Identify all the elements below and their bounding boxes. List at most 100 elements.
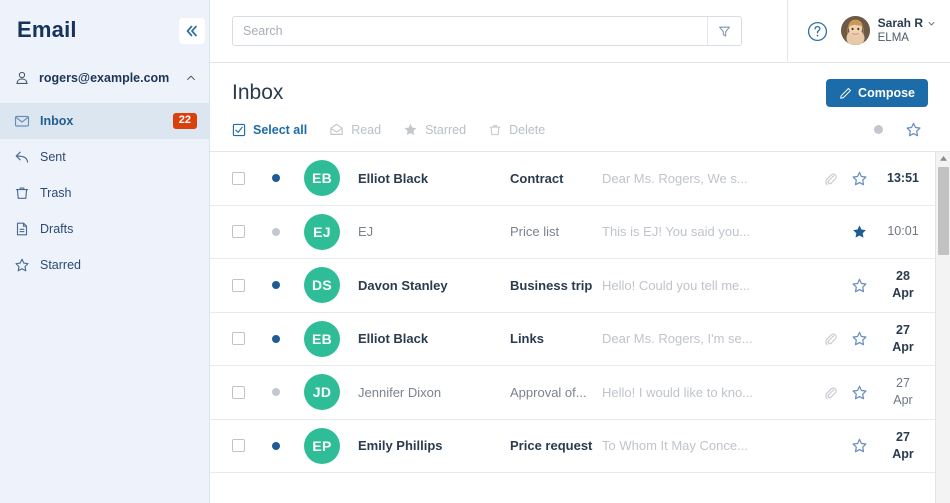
- search-area: [210, 0, 788, 62]
- email-subject: Business trip: [510, 277, 593, 293]
- sent-arrow-icon: [15, 151, 29, 163]
- star-filled-icon: [852, 225, 866, 238]
- unread-dot-icon[interactable]: [272, 174, 280, 183]
- table-row[interactable]: JD Jennifer Dixon Approval of... Hello! …: [210, 366, 935, 420]
- select-all-action[interactable]: Select all: [232, 123, 307, 137]
- user-menu[interactable]: Sarah R ELMA: [840, 16, 936, 46]
- attachment-cell: [821, 385, 839, 400]
- sidebar-collapse-button[interactable]: [179, 18, 205, 44]
- email-date: 27 Apr: [879, 322, 935, 356]
- mark-starred-label: Starred: [425, 122, 467, 137]
- star-outline-icon: [851, 278, 867, 293]
- email-date-secondary: Apr: [892, 286, 914, 301]
- email-list: EB Elliot Black Contract Dear Ms. Rogers…: [210, 152, 935, 503]
- email-date: 28 Apr: [879, 268, 935, 302]
- mark-read-action[interactable]: Read: [329, 122, 381, 137]
- sidebar-item-label: Inbox: [40, 114, 74, 128]
- table-row[interactable]: EJ EJ Price list This is EJ! You said yo…: [210, 205, 935, 259]
- unread-dot-icon[interactable]: [272, 334, 280, 343]
- star-outline-icon[interactable]: [905, 121, 922, 138]
- star-outline-icon: [851, 438, 867, 453]
- table-row[interactable]: EP Emily Phillips Price request To Whom …: [210, 419, 935, 473]
- sidebar-item-label: Drafts: [40, 222, 74, 236]
- list-scrollbar[interactable]: [935, 152, 950, 503]
- email-subject: Links: [510, 331, 544, 347]
- sender-name: EJ: [358, 224, 374, 240]
- avatar: EB: [304, 160, 340, 197]
- sidebar-item-trash[interactable]: Trash: [0, 175, 209, 211]
- unread-dot-icon[interactable]: [272, 227, 280, 236]
- star-toggle[interactable]: [839, 437, 879, 454]
- unread-dot-icon[interactable]: [272, 441, 280, 450]
- compose-label: Compose: [858, 86, 915, 100]
- email-date-primary: 27: [896, 322, 910, 337]
- email-preview: Dear Ms. Rogers, We s...: [602, 170, 748, 186]
- row-checkbox[interactable]: [232, 385, 245, 399]
- user-photo-avatar: [840, 16, 870, 46]
- star-toggle[interactable]: [839, 277, 879, 294]
- delete-action[interactable]: Delete: [488, 123, 545, 137]
- scroll-up-arrow-icon[interactable]: [936, 152, 950, 165]
- email-date-primary: 10:01: [887, 224, 919, 239]
- filter-button[interactable]: [707, 17, 741, 45]
- email-list-area: EB Elliot Black Contract Dear Ms. Rogers…: [210, 152, 950, 503]
- sidebar-item-inbox[interactable]: Inbox 22: [0, 103, 209, 139]
- action-toolbar: Select all Read Starred Delete: [210, 107, 950, 152]
- email-date-primary: 27: [896, 429, 910, 444]
- unread-dot-icon[interactable]: [272, 388, 280, 397]
- row-checkbox[interactable]: [232, 439, 245, 453]
- star-outline-icon: [851, 385, 867, 400]
- avatar: JD: [304, 374, 340, 411]
- account-selector[interactable]: rogers@example.com: [0, 60, 209, 96]
- sidebar-nav: Inbox 22 Sent Trash Drafts Starred: [0, 103, 209, 283]
- envelope-open-icon: [330, 123, 343, 135]
- mark-starred-action[interactable]: Starred: [403, 122, 466, 137]
- email-preview: Hello! I would like to kno...: [602, 384, 754, 400]
- sidebar-item-drafts[interactable]: Drafts: [0, 211, 209, 247]
- email-date: 27 Apr: [879, 429, 935, 463]
- email-subject: Price request: [510, 438, 593, 454]
- trash-icon: [15, 187, 29, 199]
- sender-name: Elliot Black: [358, 331, 429, 347]
- help-button[interactable]: [806, 20, 829, 43]
- user-name-row: Sarah R: [878, 16, 936, 31]
- sender-name: Davon Stanley: [358, 277, 448, 293]
- chevrons-left-icon: [186, 25, 197, 37]
- inbox-unread-badge: 22: [172, 113, 197, 129]
- row-checkbox[interactable]: [232, 225, 245, 239]
- sender-name: Jennifer Dixon: [358, 384, 442, 400]
- star-outline-icon: [15, 258, 29, 272]
- row-checkbox[interactable]: [232, 171, 245, 185]
- envelope-icon: [14, 115, 30, 127]
- user-icon: [16, 71, 28, 84]
- topbar: Sarah R ELMA: [210, 0, 950, 63]
- table-row[interactable]: EB Elliot Black Links Dear Ms. Rogers, I…: [210, 312, 935, 366]
- compose-button[interactable]: Compose: [826, 79, 928, 107]
- user-info: Sarah R ELMA: [878, 16, 936, 46]
- read-status-dot-icon[interactable]: [874, 125, 883, 134]
- star-toggle[interactable]: [839, 384, 879, 401]
- column-headers: [874, 121, 928, 138]
- star-toggle[interactable]: [839, 330, 879, 347]
- email-subject: Price list: [510, 224, 560, 240]
- sender-name: Emily Phillips: [358, 438, 443, 454]
- email-subject: Contract: [510, 170, 564, 186]
- paperclip-icon: [824, 173, 837, 185]
- avatar: EB: [304, 320, 340, 357]
- sidebar-item-starred[interactable]: Starred: [0, 247, 209, 283]
- star-toggle[interactable]: [839, 170, 879, 187]
- star-toggle[interactable]: [839, 223, 879, 240]
- email-date: 13:51: [879, 170, 935, 187]
- unread-dot-icon[interactable]: [272, 281, 280, 290]
- table-row[interactable]: DS Davon Stanley Business trip Hello! Co…: [210, 259, 935, 313]
- paperclip-icon: [824, 387, 837, 399]
- table-row[interactable]: EB Elliot Black Contract Dear Ms. Rogers…: [210, 152, 935, 206]
- email-preview: Dear Ms. Rogers, I'm se...: [602, 331, 753, 347]
- row-checkbox[interactable]: [232, 278, 245, 292]
- sidebar-item-sent[interactable]: Sent: [0, 139, 209, 175]
- row-checkbox[interactable]: [232, 332, 245, 346]
- mark-read-label: Read: [351, 122, 382, 137]
- search-input[interactable]: [233, 17, 707, 45]
- avatar: DS: [304, 267, 340, 304]
- scroll-thumb[interactable]: [938, 167, 949, 255]
